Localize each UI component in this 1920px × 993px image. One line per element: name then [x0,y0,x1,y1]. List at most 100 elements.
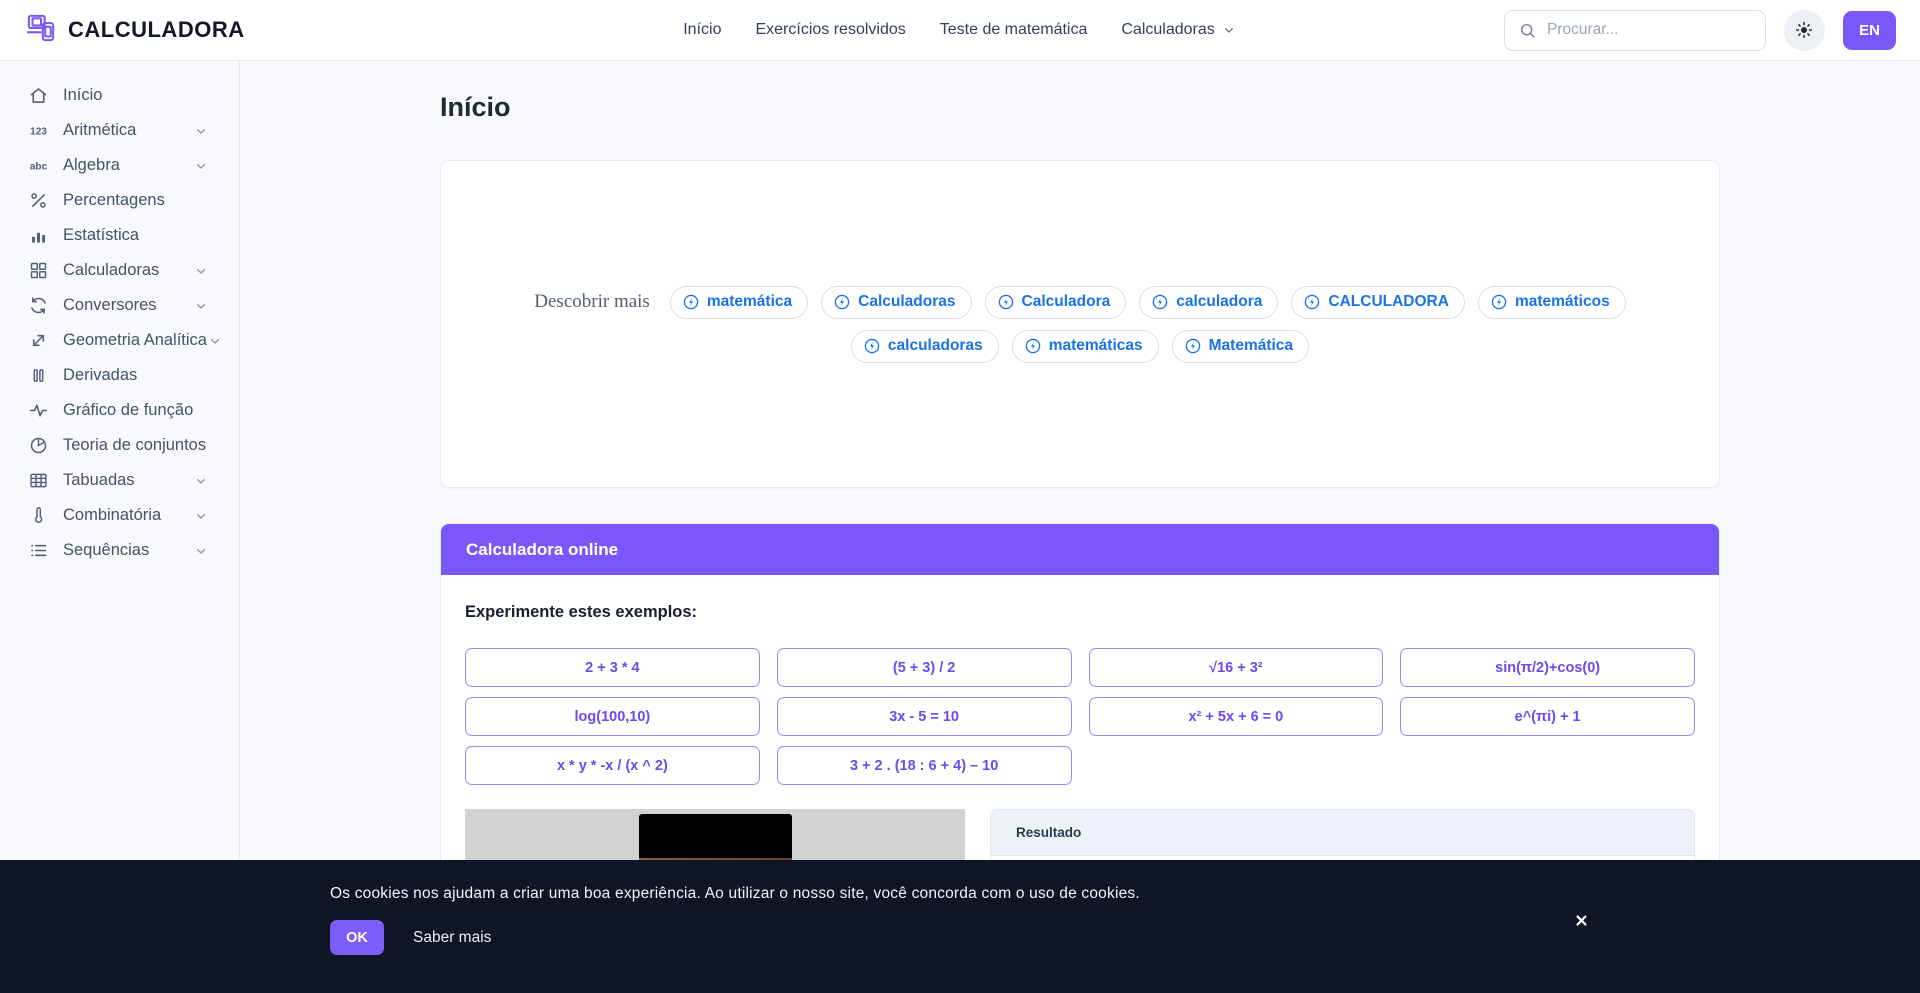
zap-circle-icon [1024,337,1042,355]
nav-item-label: Teste de matemática [940,21,1088,39]
sidebar-item-label: Derivadas [63,366,209,385]
page-title: Início [440,92,1720,123]
zap-circle-icon [863,337,881,355]
sidebar-item-label: Combinatória [63,506,193,525]
search-tag-chip[interactable]: matemática [670,286,808,319]
nav-item-label: Calculadoras [1121,21,1214,39]
cookie-ok-button[interactable]: OK [330,920,384,955]
grid-icon [28,260,49,281]
search-tag-chip[interactable]: calculadoras [851,330,999,363]
sidebar-item-label: Sequências [63,541,193,560]
example-expression-button[interactable]: 3 + 2 . (18 : 6 + 4) – 10 [777,746,1072,785]
zap-circle-icon [1184,337,1202,355]
nav-item-label: Início [683,21,721,39]
numbers-123-icon [28,120,49,141]
sidebar-item-sequ-ncias[interactable]: Sequências [0,533,239,568]
zap-circle-icon [1303,293,1321,311]
example-expression-button[interactable]: e^(πi) + 1 [1400,697,1695,736]
brand-name: CALCULADORA [68,17,245,43]
diagonal-arrows-icon [28,330,49,351]
top-navigation: Início Exercícios resolvidos Teste de mate… [683,21,1237,39]
sidebar-item-aritm-tica[interactable]: Aritmética [0,113,239,148]
search-box[interactable] [1504,10,1766,51]
sidebar-item-label: Algebra [63,156,193,175]
search-tag-chip[interactable]: CALCULADORA [1291,286,1465,319]
cookie-learn-more-link[interactable]: Saber mais [413,929,491,947]
top-header: CALCULADORA Início Exercícios resolvidos T… [0,0,1920,61]
example-expression-button[interactable]: x * y * -x / (x ^ 2) [465,746,760,785]
brand[interactable]: CALCULADORA [24,11,454,50]
sidebar-item-percentagens[interactable]: Percentagens [0,183,239,218]
example-expression-button[interactable]: x² + 5x + 6 = 0 [1089,697,1384,736]
sun-icon [1794,20,1814,40]
chevron-down-icon [1221,22,1237,38]
sidebar-item-teoria-de-conjuntos[interactable]: Teoria de conjuntos [0,428,239,463]
nav-item-exerc-cios-resolvidos[interactable]: Exercícios resolvidos [755,21,905,39]
sidebar-item-derivadas[interactable]: Derivadas [0,358,239,393]
bar-chart-icon [28,225,49,246]
sidebar-item-algebra[interactable]: Algebra [0,148,239,183]
theme-toggle-button[interactable] [1784,10,1825,51]
search-input[interactable] [1547,21,1752,39]
tag-label: calculadoras [888,337,983,355]
search-tag-chip[interactable]: Matemática [1172,330,1309,363]
chevron-down-icon [207,333,223,349]
sidebar-item-label: Teoria de conjuntos [63,436,209,455]
main-content: Início Descobrir mais matemática Calculado… [240,61,1920,993]
table-grid-icon [28,470,49,491]
calculator-card-header: Calculadora online [441,524,1719,575]
home-icon [28,85,49,106]
sidebar-item-label: Percentagens [63,191,209,210]
search-tag-chip[interactable]: calculadora [1139,286,1278,319]
sidebar-item-geometria-anal-tica[interactable]: Geometria Analítica [0,323,239,358]
example-expression-button[interactable]: √16 + 3² [1089,648,1384,687]
chevron-down-icon [193,158,209,174]
pie-chart-icon [28,435,49,456]
tag-label: Matemática [1209,337,1293,355]
tag-label: matemáticos [1515,293,1610,311]
sidebar-item-label: Conversores [63,296,193,315]
header-right-group: EN [1466,10,1896,51]
tag-label: Calculadoras [858,293,955,311]
sidebar-item-in-cio[interactable]: Início [0,78,239,113]
zap-circle-icon [1151,293,1169,311]
examples-heading: Experimente estes exemplos: [465,603,1695,622]
discover-card: Descobrir mais matemática Calculadoras Calc… [440,160,1720,488]
nav-item-in-cio[interactable]: Início [683,21,721,39]
sidebar: Início Aritmética Algebra Percentagens Estat… [0,61,240,993]
convert-arrows-icon [28,295,49,316]
percent-icon [28,190,49,211]
sidebar-item-gr-fico-de-fun-o[interactable]: Gráfico de função [0,393,239,428]
search-tag-chip[interactable]: Calculadoras [821,286,971,319]
calculator-card-title: Calculadora online [466,540,618,560]
sidebar-item-combinat-ria[interactable]: Combinatória [0,498,239,533]
tag-label: matemáticas [1049,337,1143,355]
zap-circle-icon [833,293,851,311]
sidebar-item-conversores[interactable]: Conversores [0,288,239,323]
chevron-down-icon [193,543,209,559]
sidebar-item-estat-stica[interactable]: Estatística [0,218,239,253]
cookie-message: Os cookies nos ajudam a criar uma boa ex… [330,885,1590,903]
result-panel-header: Resultado [991,810,1694,856]
example-expression-button[interactable]: 2 + 3 * 4 [465,648,760,687]
example-expression-button[interactable]: (5 + 3) / 2 [777,648,1072,687]
search-tag-chip[interactable]: Calculadora [985,286,1127,319]
nav-item-calculadoras[interactable]: Calculadoras [1121,21,1236,39]
search-tag-chip[interactable]: matemáticos [1478,286,1626,319]
zap-circle-icon [682,293,700,311]
nav-item-teste-de-matem-tica[interactable]: Teste de matemática [940,21,1088,39]
sidebar-item-calculadoras[interactable]: Calculadoras [0,253,239,288]
cookie-close-button[interactable] [1573,912,1590,929]
example-expression-button[interactable]: log(100,10) [465,697,760,736]
examples-grid: 2 + 3 * 4 (5 + 3) / 2 √16 + 3² sin(π/2)+cos… [465,648,1695,785]
example-expression-button[interactable]: sin(π/2)+cos(0) [1400,648,1695,687]
derivative-bars-icon [28,365,49,386]
tag-label: calculadora [1176,293,1262,311]
language-button[interactable]: EN [1843,11,1896,50]
sidebar-item-tabuadas[interactable]: Tabuadas [0,463,239,498]
discover-more-label: Descobrir mais [534,291,650,313]
example-expression-button[interactable]: 3x - 5 = 10 [777,697,1072,736]
sidebar-item-label: Aritmética [63,121,193,140]
search-tag-chip[interactable]: matemáticas [1012,330,1159,363]
thermometer-icon [28,505,49,526]
